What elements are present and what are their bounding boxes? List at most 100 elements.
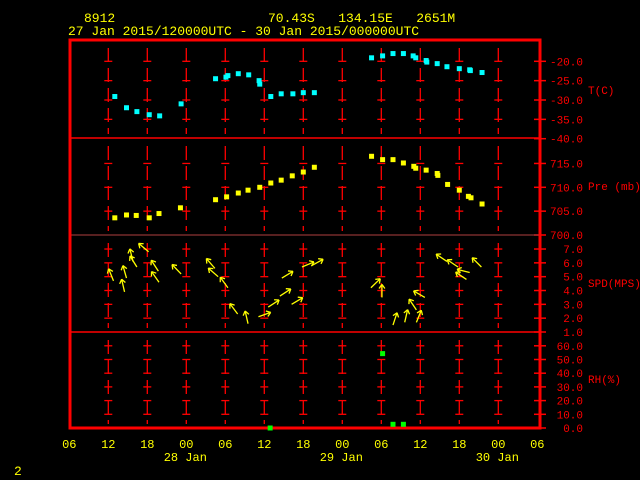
pressure-point	[268, 180, 274, 186]
temperature-point	[380, 53, 386, 59]
wind-arrow	[415, 309, 424, 323]
time-tick-label: 18	[296, 438, 310, 452]
wind-arrow	[403, 309, 411, 323]
axis-tick-label: -40.0	[550, 135, 583, 147]
temperature-point	[413, 55, 419, 61]
axis-tick-label: 1.0	[563, 328, 583, 340]
wind-arrow	[370, 278, 381, 289]
pressure-point	[156, 211, 162, 217]
wind-arrow	[229, 303, 239, 315]
wind-arrow-stroke	[420, 310, 424, 316]
pressure-point	[112, 215, 118, 221]
pressure-point	[400, 160, 406, 166]
wind-arrow-stroke	[265, 310, 271, 313]
temperature-point	[434, 61, 440, 67]
axis-tick-label: -30.0	[550, 96, 583, 108]
time-tick-label: 00	[491, 438, 505, 452]
wind-arrow-stroke	[413, 289, 419, 292]
pressure-point	[257, 184, 263, 190]
temperature-point	[300, 90, 306, 96]
wind-arrow-stroke	[127, 248, 131, 254]
pressure-point	[146, 215, 152, 221]
wind-arrow	[392, 312, 400, 326]
axis-unit-label: T(C)	[588, 86, 614, 98]
axis-tick-label: 30.0	[557, 383, 583, 395]
axis-tick-label: 50.0	[557, 356, 583, 368]
wind-arrow	[171, 263, 182, 275]
axis-tick-label: 40.0	[557, 369, 583, 381]
temperature-point	[178, 101, 184, 107]
wind-arrow	[207, 267, 219, 278]
temperature-point	[134, 109, 140, 115]
temperature-point	[146, 112, 152, 118]
axis-tick-label: 20.0	[557, 397, 583, 409]
time-tick-label: 06	[374, 438, 388, 452]
axis-tick-label: 60.0	[557, 342, 583, 354]
wind-arrow-stroke	[119, 278, 123, 285]
temperature-point	[112, 94, 118, 100]
pressure-point	[456, 187, 462, 193]
axis-tick-label: 700.0	[550, 231, 583, 243]
temperature-point	[390, 51, 396, 57]
temperature-point	[311, 90, 317, 96]
axis-unit-label: RH(%)	[588, 375, 621, 387]
temperature-point	[235, 71, 241, 77]
wind-arrow-stroke	[242, 310, 246, 316]
wind-arrow	[127, 248, 135, 262]
wind-arrow	[291, 296, 304, 305]
axis-tick-label: 10.0	[557, 410, 583, 422]
temperature-point	[213, 76, 219, 82]
meteogram-chart: -20.0 -25.0 -30.0 -35.0 -40.0 T(C) 715.0 710.0 7…	[62, 38, 640, 465]
pressure-point	[245, 187, 251, 193]
axis-tick-label: 7.0	[563, 245, 583, 257]
pressure-point	[468, 195, 474, 201]
axis-tick-label: 705.0	[550, 207, 583, 219]
pressure-point	[413, 165, 419, 171]
axis-tick-label: -25.0	[550, 77, 583, 89]
time-tick-label: 12	[101, 438, 115, 452]
axis-tick-label: -35.0	[550, 115, 583, 127]
rh-point	[390, 421, 396, 427]
pressure-point	[380, 157, 386, 163]
time-tick-label: 18	[140, 438, 154, 452]
time-tick-label: 06	[62, 438, 76, 452]
temperature-point	[124, 105, 129, 111]
pressure-point	[390, 157, 396, 163]
time-tick-label: 00	[335, 438, 349, 452]
page-number: 2	[14, 464, 22, 479]
temperature-point	[456, 66, 462, 72]
time-tick-label: 06	[530, 438, 544, 452]
pressure-point	[445, 181, 451, 187]
time-tick-label: 12	[257, 438, 271, 452]
temperature-point	[467, 68, 473, 74]
pressure-point	[224, 194, 230, 200]
pressure-point	[235, 190, 241, 196]
temperature-point	[400, 51, 406, 57]
temperature-point	[290, 91, 296, 97]
temperature-point	[444, 64, 450, 70]
pressure-point	[177, 205, 183, 211]
pressure-point	[435, 172, 441, 178]
wind-arrow-stroke	[456, 266, 462, 270]
date-label: 29 Jan	[320, 451, 363, 465]
axis-tick-label: 0.0	[563, 424, 583, 436]
wind-arrow-stroke	[171, 264, 174, 270]
pressure-point	[133, 212, 139, 218]
wind-arrow	[435, 253, 448, 263]
temperature-point	[246, 72, 252, 78]
wind-arrow-stroke	[396, 312, 400, 318]
wind-arrow	[455, 271, 467, 280]
wind-arrow-stroke	[471, 257, 474, 263]
rh-point	[400, 421, 406, 427]
temperature-point	[268, 94, 274, 100]
wind-arrow	[129, 255, 138, 268]
axis-tick-label: -20.0	[550, 57, 583, 69]
axis-tick-label: 710.0	[550, 183, 583, 195]
axis-tick-label: 715.0	[550, 159, 583, 171]
pressure-point	[213, 197, 219, 203]
axis-unit-label: SPD(MPS)	[588, 279, 640, 291]
pressure-point	[289, 173, 295, 179]
axis-tick-label: 2.0	[563, 314, 583, 326]
temperature-point	[369, 55, 375, 61]
pressure-point	[300, 169, 306, 175]
